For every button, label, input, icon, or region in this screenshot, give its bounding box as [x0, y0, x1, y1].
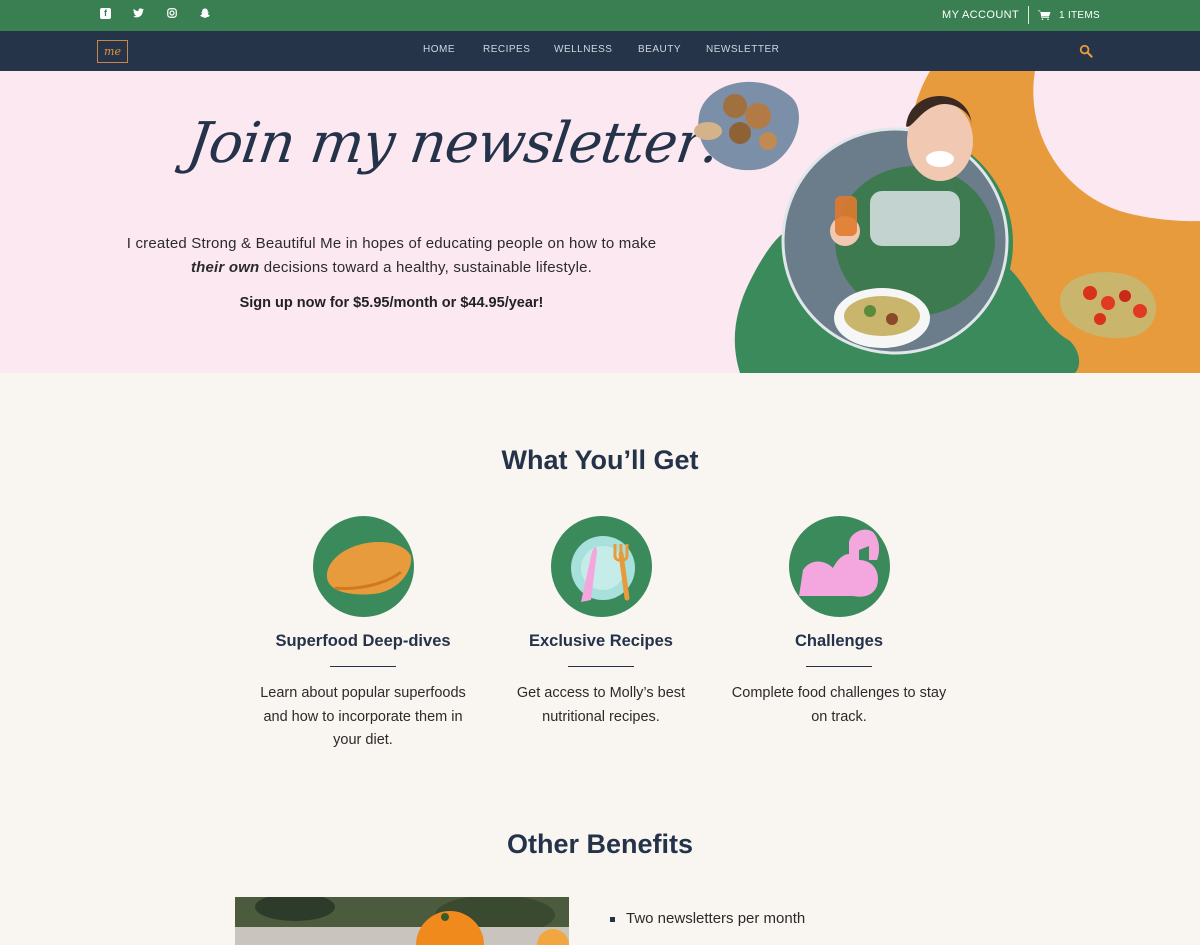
hero-intro: I created Strong & Beautiful Me in hopes…	[120, 232, 663, 280]
feature-divider	[568, 666, 634, 667]
feature-recipes: Exclusive Recipes Get access to Molly’s …	[481, 516, 721, 729]
what-you-get-title: What You’ll Get	[501, 445, 699, 475]
feature-title: Challenges	[794, 632, 884, 650]
hero-intro-emphasis: their own	[190, 259, 260, 276]
nav-item-recipes[interactable]: RECIPES	[483, 44, 530, 55]
nav-item-newsletter[interactable]: NEWSLETTER	[706, 44, 779, 55]
newsletter-hero: Join my newsletter! I created Strong & B…	[0, 71, 1200, 373]
flexed-arm-icon	[788, 516, 890, 617]
list-item: Two newsletters per month	[610, 910, 805, 927]
main-nav: me HOME RECIPES WELLNESS BEAUTY NEWSLETT…	[0, 31, 1200, 71]
topbar-divider	[1028, 6, 1029, 24]
sweet-potato-icon	[312, 516, 414, 617]
search-icon[interactable]	[1079, 44, 1093, 58]
benefits-list: Two newsletters per month	[610, 910, 805, 927]
hero-intro-text: I created Strong & Beautiful Me in hopes…	[126, 235, 657, 252]
facebook-icon[interactable]: f	[100, 8, 111, 19]
pricing-offer: Sign up now for $5.95/month or $44.95/ye…	[239, 295, 544, 311]
feature-description: Learn about popular superfoods and how t…	[260, 685, 466, 748]
my-account-link[interactable]: MY ACCOUNT	[942, 9, 1019, 21]
cart-icon[interactable]	[1038, 10, 1051, 20]
feature-title: Exclusive Recipes	[528, 632, 673, 650]
feature-superfood: Superfood Deep-dives Learn about popular…	[243, 516, 483, 753]
plate-fork-knife-icon	[550, 516, 652, 617]
instagram-icon[interactable]	[166, 8, 177, 19]
feature-description: Complete food challenges to stay on trac…	[731, 685, 947, 725]
feature-divider	[330, 666, 396, 667]
twitter-icon[interactable]	[133, 8, 144, 19]
nav-item-home[interactable]: HOME	[423, 44, 455, 55]
top-bar: f MY ACCOUNT 1 ITEMS	[0, 0, 1200, 31]
snapchat-icon[interactable]	[199, 8, 210, 19]
feature-challenges: Challenges Complete food challenges to s…	[719, 516, 959, 729]
hero-intro-text-end: decisions toward a healthy, sustainable …	[259, 259, 593, 276]
nav-item-beauty[interactable]: BEAUTY	[638, 44, 681, 55]
hero-illustration	[694, 71, 1200, 373]
site-logo[interactable]: me	[97, 40, 128, 63]
hero-title: Join my newsletter!	[183, 111, 729, 176]
feature-title: Superfood Deep-dives	[275, 632, 451, 650]
nav-item-wellness[interactable]: WELLNESS	[554, 44, 612, 55]
social-links: f	[100, 8, 210, 19]
feature-description: Get access to Molly’s best nutritional r…	[516, 685, 686, 725]
other-benefits-title: Other Benefits	[506, 829, 694, 859]
orange-photo	[235, 897, 569, 945]
cart-count[interactable]: 1 ITEMS	[1059, 10, 1100, 21]
feature-divider	[806, 666, 872, 667]
